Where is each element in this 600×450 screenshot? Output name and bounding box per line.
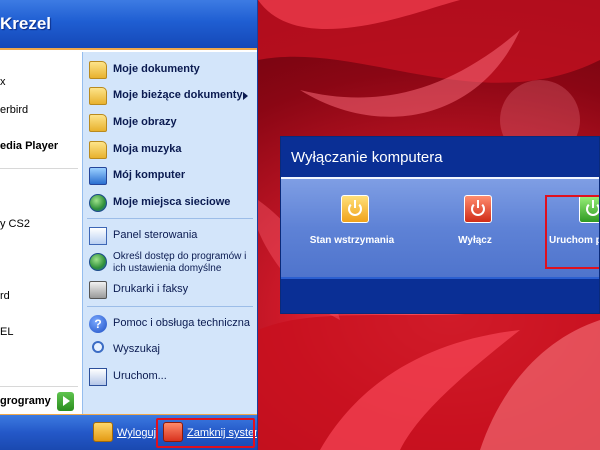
standby-button[interactable]: Stan wstrzymania <box>297 165 407 246</box>
folder-icon <box>89 141 107 159</box>
pinned-programs-list: x erbird edia Player y CS2 rd EL <box>0 52 82 414</box>
menu-item-label: Wyszukaj <box>113 343 160 355</box>
menu-item-label: Moje miejsca sieciowe <box>113 196 231 208</box>
system-places-list: Moje dokumenty Moje bieżące dokumenty Mo… <box>82 52 257 414</box>
folder-icon <box>89 114 107 132</box>
menu-item-control-panel[interactable]: Panel sterowania <box>83 224 257 248</box>
highlight-frame <box>156 418 255 448</box>
menu-separator <box>87 218 253 219</box>
menu-item-run[interactable]: Uruchom... <box>83 365 257 389</box>
menu-item-label: Moje bieżące dokumenty <box>113 89 243 101</box>
dialog-title: Wyłączanie komputera <box>291 149 443 166</box>
menu-item-my-computer[interactable]: Mój komputer <box>83 164 257 188</box>
highlight-frame <box>545 195 599 269</box>
menu-item-label: Uruchom... <box>113 370 167 382</box>
menu-item-network-places[interactable]: Moje miejsca sieciowe <box>83 191 257 215</box>
folder-icon <box>89 61 107 79</box>
menu-item-my-music[interactable]: Moja muzyka <box>83 138 257 162</box>
menu-item-label: Drukarki i faksy <box>113 283 189 295</box>
folder-icon <box>89 87 107 105</box>
start-menu: Krezel x erbird edia Player y CS2 rd EL … <box>0 0 258 450</box>
shutdown-dialog: Wyłączanie komputera Stan wstrzymania Wy… <box>280 136 600 314</box>
printer-icon <box>89 281 107 299</box>
program-item[interactable]: EL <box>0 326 13 338</box>
menu-item-label: Określ dostęp do programów i ich ustawie… <box>113 251 247 274</box>
user-name: Krezel <box>0 14 52 33</box>
menu-item-my-documents[interactable]: Moje dokumenty <box>83 58 257 82</box>
run-icon <box>89 368 107 386</box>
green-arrow-icon <box>57 392 74 411</box>
program-item[interactable]: x <box>0 76 6 88</box>
logoff-label: Wyloguj <box>117 427 157 439</box>
menu-item-label: Moje obrazy <box>113 116 177 128</box>
program-item[interactable]: edia Player <box>0 140 58 152</box>
help-icon: ? <box>89 315 107 333</box>
all-programs-button[interactable]: grogramy <box>0 390 82 414</box>
menu-item-label: Panel sterowania <box>113 229 198 241</box>
control-panel-icon <box>89 227 107 245</box>
program-item[interactable]: y CS2 <box>0 218 30 230</box>
power-off-button[interactable]: Wyłącz <box>420 165 530 246</box>
menu-item-label: Mój komputer <box>113 169 186 181</box>
menu-item-label: Moje dokumenty <box>113 63 200 75</box>
menu-separator <box>0 168 78 169</box>
network-icon <box>89 194 107 212</box>
menu-item-printers[interactable]: Drukarki i faksy <box>83 278 257 302</box>
menu-item-search[interactable]: Wyszukaj <box>83 338 257 362</box>
power-off-label: Wyłącz <box>458 235 492 246</box>
program-item[interactable]: rd <box>0 290 10 302</box>
computer-icon <box>89 167 107 185</box>
start-menu-header: Krezel <box>0 0 257 50</box>
globe-icon <box>89 253 107 271</box>
menu-item-program-access[interactable]: Określ dostęp do programów i ich ustawie… <box>83 250 257 278</box>
search-icon <box>92 341 104 353</box>
dialog-footer <box>281 277 599 313</box>
menu-item-label: Moja muzyka <box>113 143 182 155</box>
menu-separator <box>0 386 78 387</box>
all-programs-label: grogramy <box>0 395 51 407</box>
menu-item-recent-documents[interactable]: Moje bieżące dokumenty <box>83 84 257 108</box>
menu-separator <box>87 306 253 307</box>
standby-label: Stan wstrzymania <box>309 235 395 246</box>
standby-icon <box>341 195 369 223</box>
logoff-button[interactable]: Wyloguj <box>90 421 157 445</box>
menu-item-help[interactable]: ? Pomoc i obsługa techniczna <box>83 312 257 336</box>
menu-item-label: Pomoc i obsługa techniczna <box>113 317 250 329</box>
program-item[interactable]: erbird <box>0 104 28 116</box>
power-off-icon <box>464 195 492 223</box>
submenu-arrow-icon <box>243 92 248 100</box>
key-icon <box>93 422 113 442</box>
menu-item-my-pictures[interactable]: Moje obrazy <box>83 111 257 135</box>
